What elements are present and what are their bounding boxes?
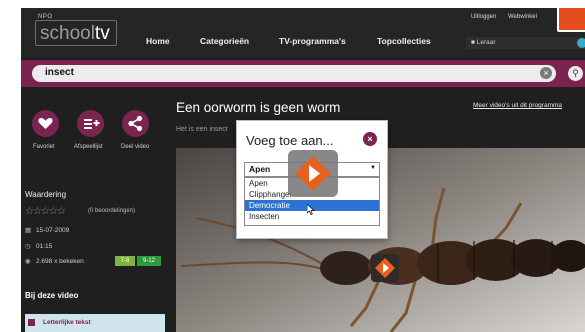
- logout-link[interactable]: Uitloggen: [471, 14, 496, 20]
- user-icon: ■: [471, 39, 475, 46]
- chevron-down-icon: ▼: [370, 165, 376, 171]
- video-title: Een oorworm is geen worm: [176, 100, 341, 115]
- duration-row: ◷ 01:15: [25, 242, 52, 250]
- favorite-button[interactable]: [32, 110, 59, 137]
- dialog-title: Voeg toe aan...: [246, 133, 334, 148]
- playlist-add-icon: [84, 119, 100, 129]
- grade-badge-7-8[interactable]: 7-8: [115, 256, 135, 266]
- logo-part-school: school: [40, 23, 95, 44]
- play-button[interactable]: [288, 150, 338, 197]
- playlist-select-value: Apen: [249, 164, 271, 174]
- heart-icon: [38, 117, 53, 129]
- user-toggle-icon[interactable]: [577, 38, 585, 48]
- search-input-value: insect: [45, 67, 74, 78]
- search-input[interactable]: insect ×: [32, 65, 556, 82]
- player-logo-icon: [371, 254, 399, 282]
- webshop-link[interactable]: Webwinkel: [508, 14, 537, 20]
- schooltv-window: NPO schooltv Home Categorieën TV-program…: [21, 8, 585, 332]
- playlist-label: Afspeellijst: [74, 144, 103, 150]
- share-label: Deel video: [121, 144, 150, 150]
- schooltv-logo[interactable]: schooltv: [35, 20, 117, 46]
- nav-topcollecties[interactable]: Topcollecties: [377, 36, 431, 46]
- play-icon: [295, 156, 331, 191]
- related-section-title: Bij deze video: [25, 291, 79, 300]
- search-icon[interactable]: ⚲: [568, 66, 583, 81]
- share-icon: [128, 115, 143, 132]
- rating-count: (0 beoordelingen): [88, 208, 136, 214]
- search-bar: insect × ⚲: [21, 60, 585, 87]
- nav-categorieen[interactable]: Categorieën: [200, 36, 249, 46]
- clear-search-icon[interactable]: ×: [540, 67, 552, 79]
- nav-home[interactable]: Home: [146, 36, 170, 46]
- views-row: ◉ 2.698 x bekeken: [25, 257, 84, 265]
- clock-icon: ◷: [25, 243, 31, 250]
- favorite-label: Favoriet: [33, 144, 55, 150]
- cursor-icon: [307, 204, 315, 215]
- corner-orange-button[interactable]: [557, 8, 585, 32]
- eye-icon: ◉: [25, 258, 31, 265]
- grade-badge-9-12[interactable]: 9-12: [137, 256, 161, 266]
- rating-title: Waardering: [25, 190, 67, 199]
- calendar-icon: ▦: [25, 227, 32, 234]
- logo-part-tv: tv: [94, 23, 110, 44]
- views-value: 2.698 x bekeken: [36, 258, 84, 265]
- user-label: Leraar: [476, 39, 496, 46]
- date-value: 15-07-2009: [36, 227, 70, 234]
- video-subtitle: Het is een insect: [176, 126, 228, 133]
- user-menu[interactable]: ■ Leraar: [466, 37, 585, 49]
- rating-stars[interactable]: ☆☆☆☆☆: [25, 206, 66, 217]
- site-header: NPO schooltv Home Categorieën TV-program…: [21, 8, 585, 58]
- literal-text-label: Letterlijke tekst: [43, 319, 91, 326]
- more-videos-link[interactable]: Meer video's uit dit programma: [473, 102, 562, 109]
- date-row: ▦ 15-07-2009: [25, 226, 69, 234]
- nav-tv-programmas[interactable]: TV-programma's: [279, 36, 346, 46]
- share-button[interactable]: [122, 110, 149, 137]
- duration-value: 01:15: [36, 243, 53, 250]
- close-icon[interactable]: ×: [363, 132, 377, 146]
- playlist-button[interactable]: [77, 110, 104, 137]
- literal-text-link[interactable]: Letterlijke tekst: [25, 314, 165, 332]
- document-icon: [28, 319, 35, 326]
